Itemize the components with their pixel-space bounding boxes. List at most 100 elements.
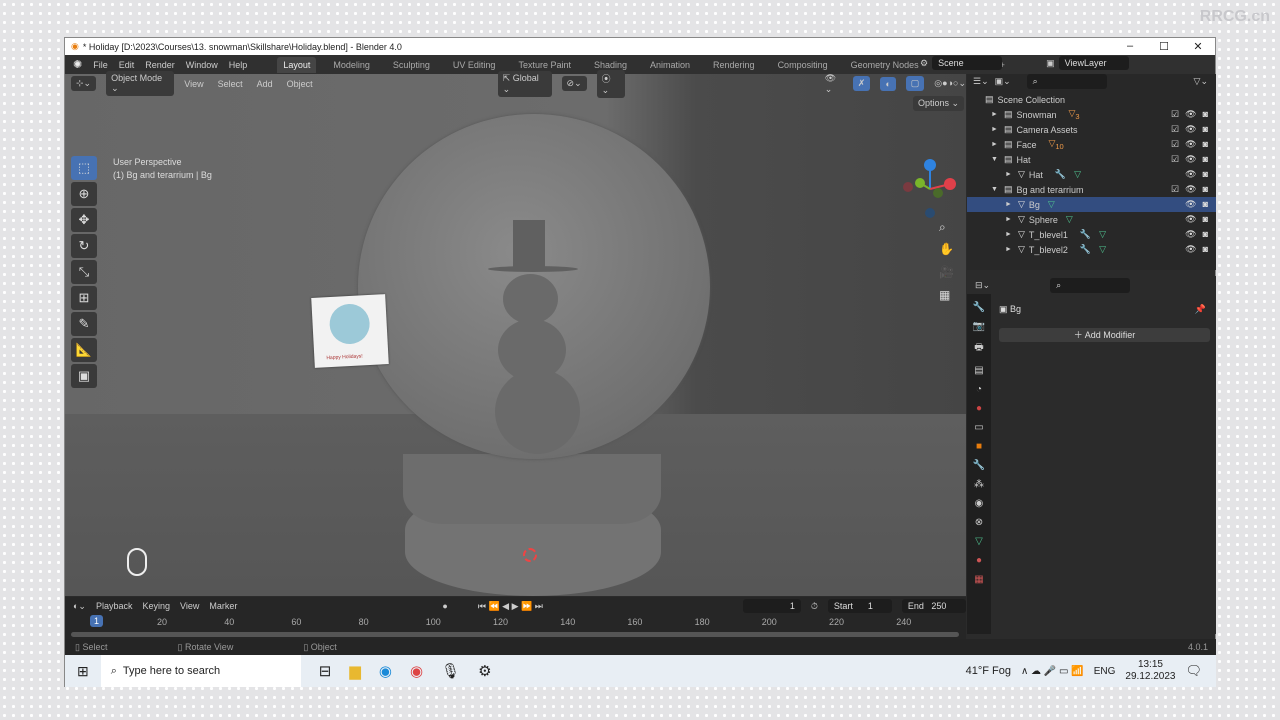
collapsed-arrow-icon[interactable]: ► — [991, 111, 998, 118]
viewlayer-icon[interactable]: ▣ — [1046, 58, 1055, 69]
snap-toggle[interactable]: ⦿ ⌄ — [596, 69, 625, 98]
annotate-tool[interactable]: ✎ — [71, 312, 97, 336]
transform-tool[interactable]: ⊞ — [71, 286, 97, 310]
tab-compositing[interactable]: Compositing — [772, 57, 834, 73]
language-indicator[interactable]: ENG — [1094, 666, 1116, 677]
edge-icon[interactable]: ◉ — [379, 662, 392, 680]
object-tab-icon[interactable]: ■ — [976, 441, 982, 452]
camera-render-icon[interactable]: ◙ — [1203, 214, 1208, 225]
eye-icon[interactable]: 👁 — [1185, 124, 1196, 135]
overlay-toggle[interactable]: ◐ — [880, 76, 896, 91]
tab-layout[interactable]: Layout — [277, 56, 317, 73]
scale-tool[interactable]: ⤡ — [71, 260, 97, 284]
particles-tab-icon[interactable]: ⁂ — [974, 479, 984, 490]
exclude-checkbox[interactable]: ☑ — [1171, 124, 1179, 135]
collapsed-arrow-icon[interactable]: ► — [991, 141, 998, 148]
notifications-icon[interactable]: 🗨 — [1185, 663, 1202, 679]
cursor-tool[interactable]: ⊕ — [71, 182, 97, 206]
timeline-editor-icon[interactable]: ◐⌄ — [73, 601, 86, 612]
navigation-gizmo[interactable] — [900, 159, 960, 219]
settings-icon[interactable]: ⚙ — [478, 662, 491, 680]
camera-render-icon[interactable]: ◙ — [1203, 244, 1208, 255]
data-tab-icon[interactable]: ▽ — [975, 536, 983, 547]
scene-tab-icon[interactable]: ◔ — [976, 384, 982, 395]
outliner-item[interactable]: ► ▽ T_blevel1 🔧 ▽ 👁 ◙ — [967, 227, 1216, 242]
viewport-menu-view[interactable]: View — [184, 79, 203, 89]
filter-view-icon[interactable]: ▣⌄ — [995, 76, 1011, 87]
eye-icon[interactable]: 👁 — [1185, 229, 1196, 240]
world-tab-icon[interactable]: ● — [976, 403, 982, 414]
render-tab-icon[interactable]: 📷 — [973, 321, 985, 332]
tab-sculpting[interactable]: Sculpting — [387, 57, 436, 73]
camera-render-icon[interactable]: ◙ — [1203, 199, 1208, 210]
exclude-checkbox[interactable]: ☑ — [1171, 154, 1179, 165]
outliner-item[interactable]: ► ▽ Sphere ▽ 👁 ◙ — [967, 212, 1216, 227]
collection-tab-icon[interactable]: ▭ — [974, 422, 983, 433]
timeline-menu-view[interactable]: View — [180, 601, 199, 611]
exclude-checkbox[interactable]: ☑ — [1171, 109, 1179, 120]
viewport-menu-object[interactable]: Object — [287, 79, 313, 89]
menu-window[interactable]: Window — [186, 60, 218, 70]
eye-icon[interactable]: 👁 — [1185, 139, 1196, 150]
outliner-item[interactable]: ► ▽ T_blevel2 🔧 ▽ 👁 ◙ — [967, 242, 1216, 257]
file-explorer-icon[interactable]: ▆ — [349, 662, 361, 680]
material-tab-icon[interactable]: ● — [976, 555, 982, 566]
eye-icon[interactable]: 👁 — [1185, 169, 1196, 180]
timeline-menu-marker[interactable]: Marker — [209, 601, 237, 611]
add-modifier-button[interactable]: ＋ Add Modifier — [999, 328, 1210, 342]
tab-rendering[interactable]: Rendering — [707, 57, 761, 73]
current-frame-marker[interactable]: 1 — [90, 615, 104, 627]
minimize-button[interactable]: – — [1113, 40, 1147, 53]
add-cube-tool[interactable]: ▣ — [71, 364, 97, 388]
collapsed-arrow-icon[interactable]: ► — [1005, 201, 1012, 208]
tab-modeling[interactable]: Modeling — [327, 57, 376, 73]
expanded-arrow-icon[interactable]: ▼ — [991, 156, 998, 163]
constraints-tab-icon[interactable]: ⊗ — [975, 517, 983, 528]
weather-widget[interactable]: 41°F Fog — [966, 665, 1011, 677]
collapsed-arrow-icon[interactable]: ► — [1005, 171, 1012, 178]
camera-render-icon[interactable]: ◙ — [1203, 109, 1208, 120]
mode-dropdown[interactable]: Object Mode ⌄ — [106, 71, 175, 96]
eye-icon[interactable]: 👁 — [1185, 244, 1196, 255]
eye-icon[interactable]: 👁 — [1185, 214, 1196, 225]
current-frame-field[interactable]: 1 — [742, 599, 801, 613]
outliner-item[interactable]: ▼ ▤ Bg and terarrium ☑ 👁 ◙ — [967, 182, 1216, 197]
outliner-item[interactable]: ▼ ▤ Hat ☑ 👁 ◙ — [967, 152, 1216, 167]
camera-render-icon[interactable]: ◙ — [1203, 184, 1208, 195]
blender-menu-icon[interactable]: ✺ — [73, 58, 82, 71]
chrome-icon[interactable]: ◉ — [410, 662, 423, 680]
camera-render-icon[interactable]: ◙ — [1203, 229, 1208, 240]
task-view-icon[interactable]: ⊟ — [319, 662, 332, 680]
menu-render[interactable]: Render — [145, 60, 175, 70]
timeline-menu-keying[interactable]: Keying — [143, 601, 171, 611]
camera-render-icon[interactable]: ◙ — [1203, 139, 1208, 150]
collapsed-arrow-icon[interactable]: ► — [1005, 231, 1012, 238]
editor-type-button[interactable]: ⊹⌄ — [71, 76, 97, 91]
view-layer-tab-icon[interactable]: ▤ — [974, 365, 983, 376]
expanded-arrow-icon[interactable]: ▼ — [991, 186, 998, 193]
eye-icon[interactable]: 👁 — [1185, 109, 1196, 120]
gizmo-toggle[interactable]: ✗ — [852, 76, 871, 91]
tab-geometry-nodes[interactable]: Geometry Nodes — [845, 57, 925, 73]
exclude-checkbox[interactable]: ☑ — [1171, 139, 1179, 150]
menu-file[interactable]: File — [93, 60, 108, 70]
options-dropdown[interactable]: Options ⌄ — [913, 96, 965, 111]
scene-collection-row[interactable]: ▤ Scene Collection — [967, 92, 1216, 107]
microphone-app-icon[interactable]: 🎙 — [441, 662, 460, 680]
physics-tab-icon[interactable]: ◉ — [975, 498, 984, 509]
scene-icon[interactable]: ⚙ — [920, 58, 928, 69]
select-box-tool[interactable]: ⬚ — [71, 156, 97, 180]
record-button[interactable]: ● — [442, 601, 447, 611]
viewlayer-field[interactable]: ViewLayer — [1058, 56, 1129, 70]
menu-edit[interactable]: Edit — [119, 60, 135, 70]
menu-help[interactable]: Help — [229, 60, 248, 70]
shading-modes[interactable]: ◎●◑○⌄ — [934, 78, 966, 89]
frame-ruler[interactable]: 1 20 40 60 80 100 120 140 160 180 200 220 240 — [65, 615, 966, 629]
output-tab-icon[interactable]: 🖶 — [974, 340, 983, 357]
display-mode-icon[interactable]: ☰⌄ — [973, 76, 989, 87]
measure-tool[interactable]: 📐 — [71, 338, 97, 362]
outliner-item[interactable]: ► ▽ Bg ▽ 👁 ◙ — [967, 197, 1216, 212]
timeline-scrollbar[interactable] — [71, 632, 959, 637]
xray-toggle[interactable]: ▢ — [905, 76, 925, 91]
start-frame-field[interactable]: Start 1 — [827, 599, 892, 613]
